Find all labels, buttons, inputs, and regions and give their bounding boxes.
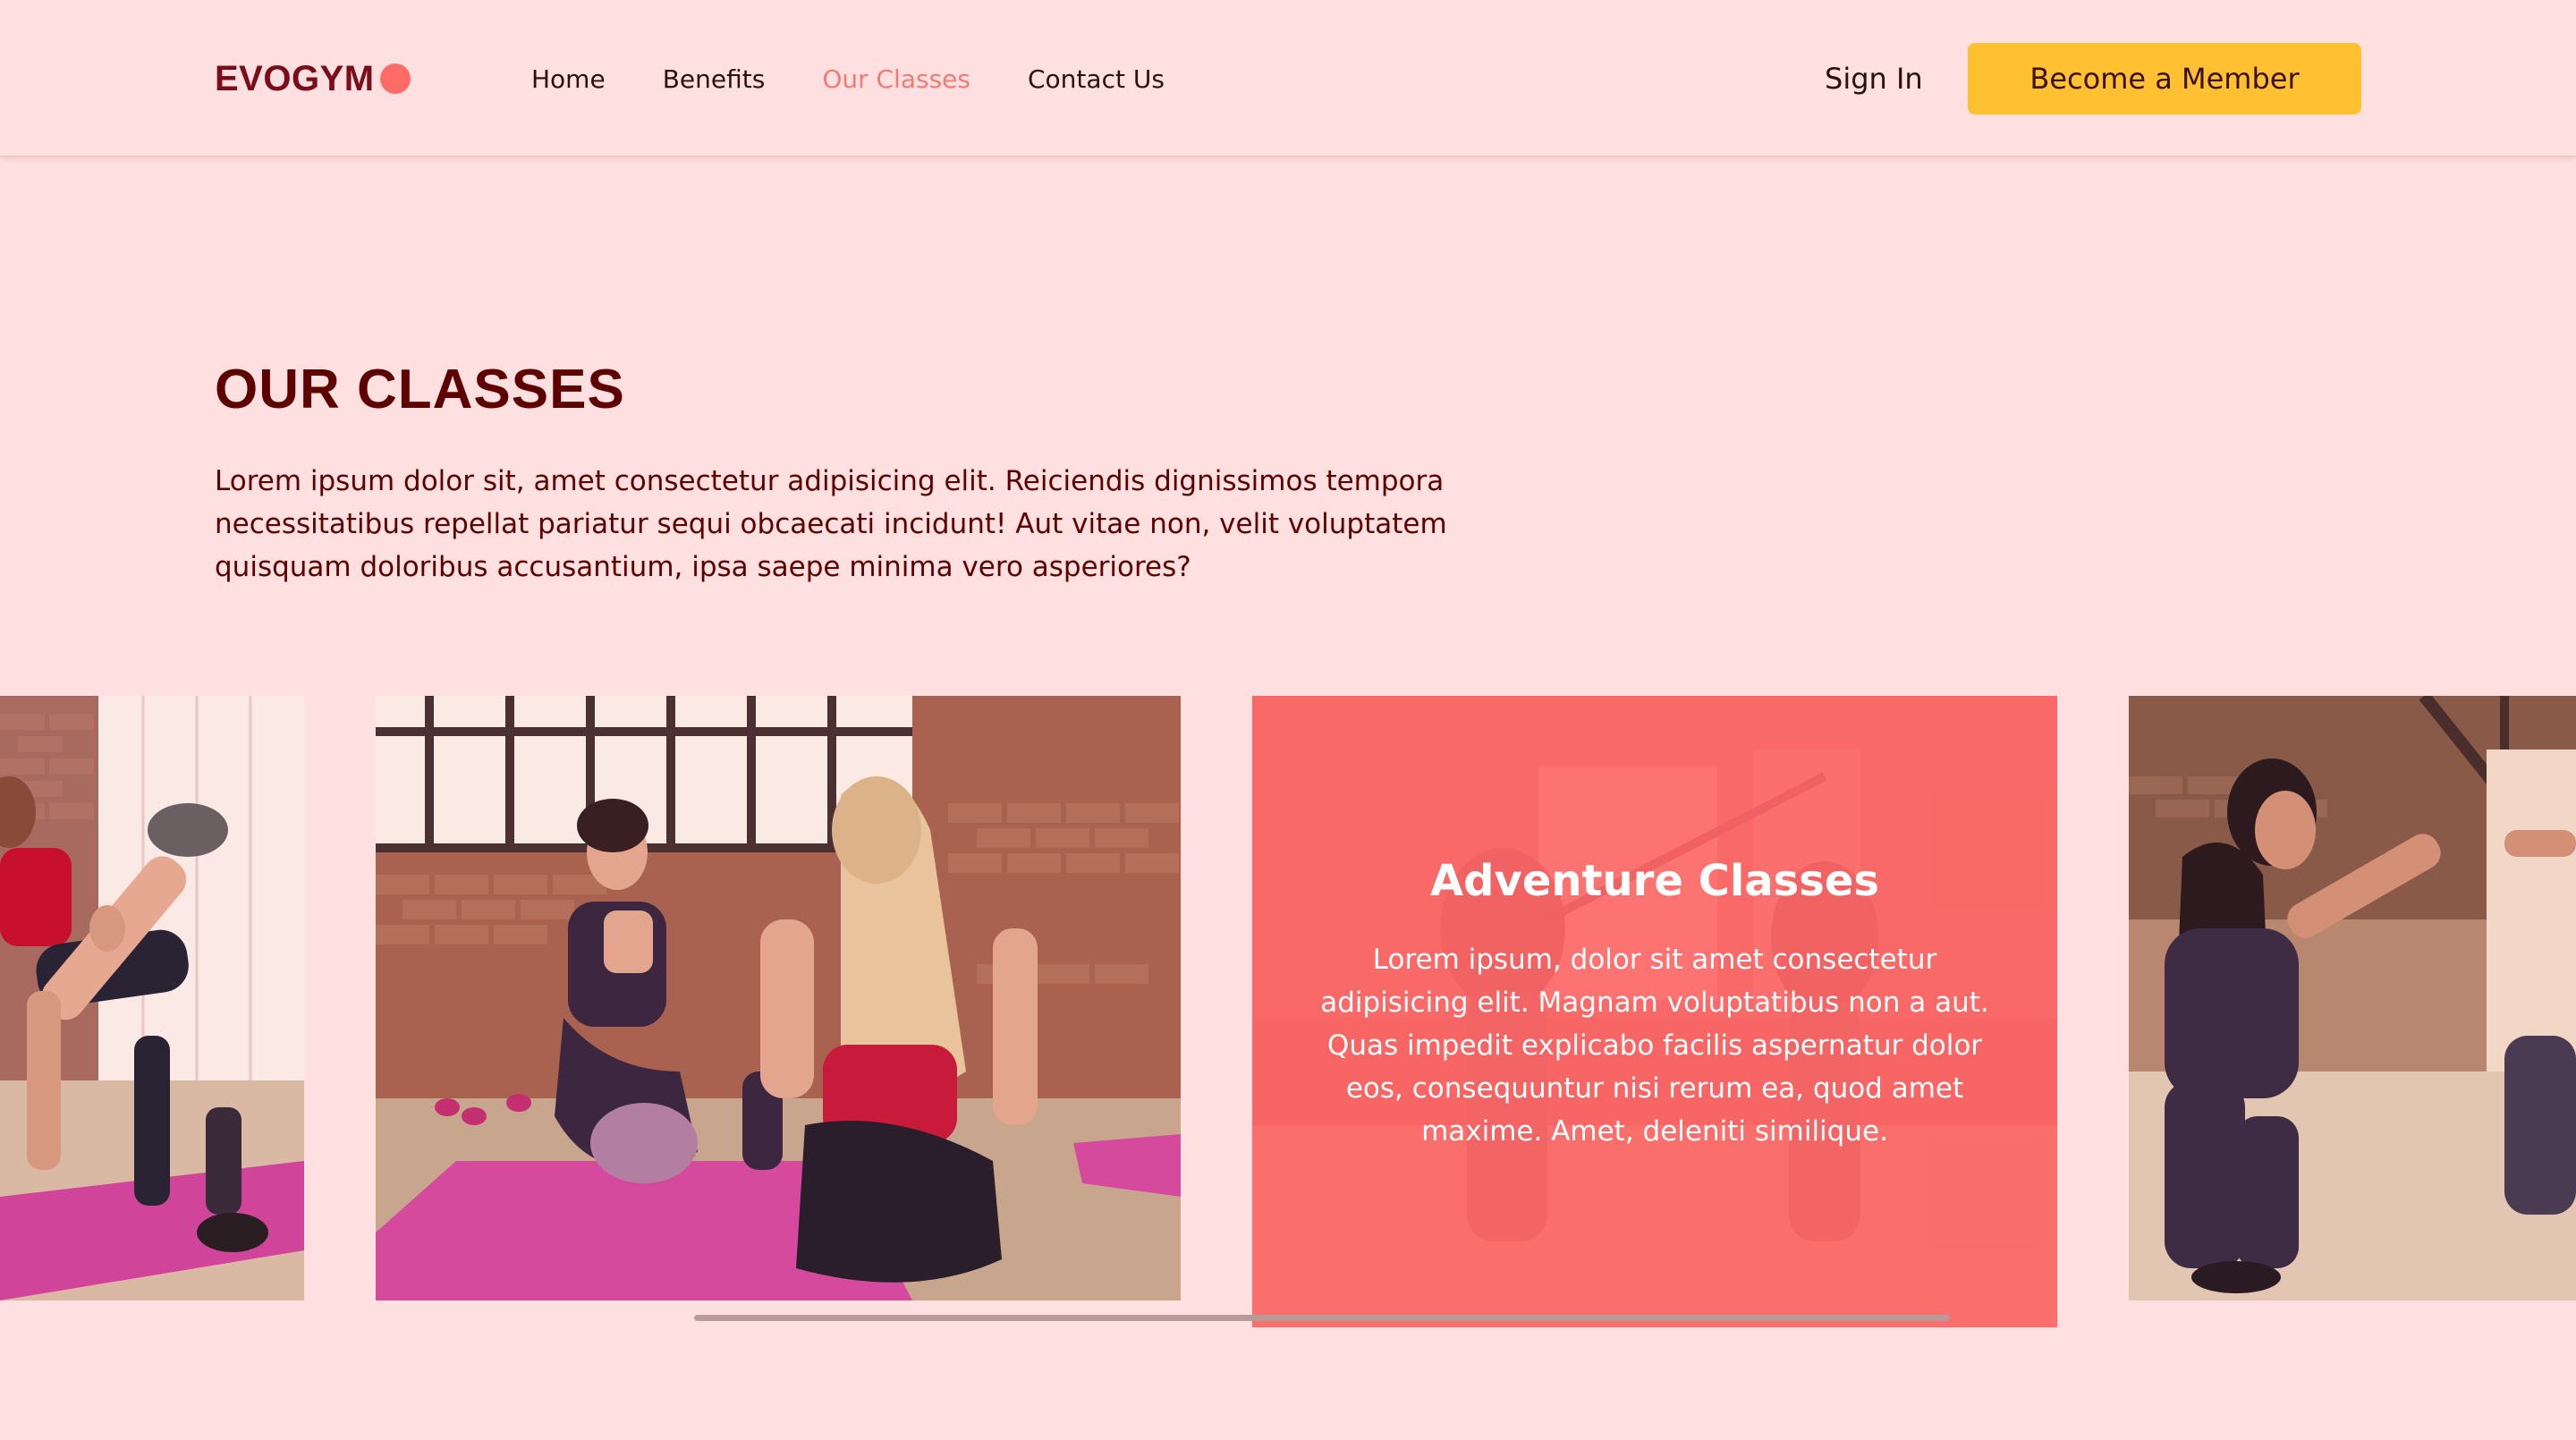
classes-carousel[interactable]: Adventure Classes Lorem ipsum, dolor sit… <box>0 696 2576 1340</box>
class-card[interactable] <box>0 696 304 1300</box>
logo-dot-icon <box>379 64 411 94</box>
sign-in-link[interactable]: Sign In <box>1825 59 1923 98</box>
class-card-hovered[interactable]: Adventure Classes Lorem ipsum, dolor sit… <box>1252 696 2057 1327</box>
class-photo-high-five <box>2129 696 2576 1300</box>
class-photo-mat-talk <box>376 696 1181 1300</box>
class-description: Lorem ipsum, dolor sit amet consectetur … <box>1320 944 1989 1148</box>
become-member-button[interactable]: Become a Member <box>1968 43 2361 114</box>
nav-link-home[interactable]: Home <box>531 64 606 94</box>
nav-link-benefits[interactable]: Benefits <box>663 64 766 94</box>
class-photo-kickback <box>0 696 304 1300</box>
class-card[interactable] <box>376 696 1181 1300</box>
section-description: Lorem ipsum dolor sit, amet consectetur … <box>215 465 1447 583</box>
navbar: EVOGYM Home Benefits Our Classes Contact… <box>0 0 2576 157</box>
carousel-scrollbar[interactable] <box>694 1315 1950 1321</box>
logo-text: EVOGYM <box>215 58 375 98</box>
section-title: OUR CLASSES <box>215 359 625 420</box>
nav-link-contact-us[interactable]: Contact Us <box>1028 64 1165 94</box>
class-title: Adventure Classes <box>1430 856 1879 906</box>
nav-links: Home Benefits Our Classes Contact Us <box>531 61 1165 97</box>
logo[interactable]: EVOGYM <box>215 57 411 100</box>
class-card-overlay: Adventure Classes Lorem ipsum, dolor sit… <box>1252 696 2057 1327</box>
nav-link-our-classes[interactable]: Our Classes <box>822 64 970 94</box>
class-card[interactable] <box>2129 696 2576 1300</box>
